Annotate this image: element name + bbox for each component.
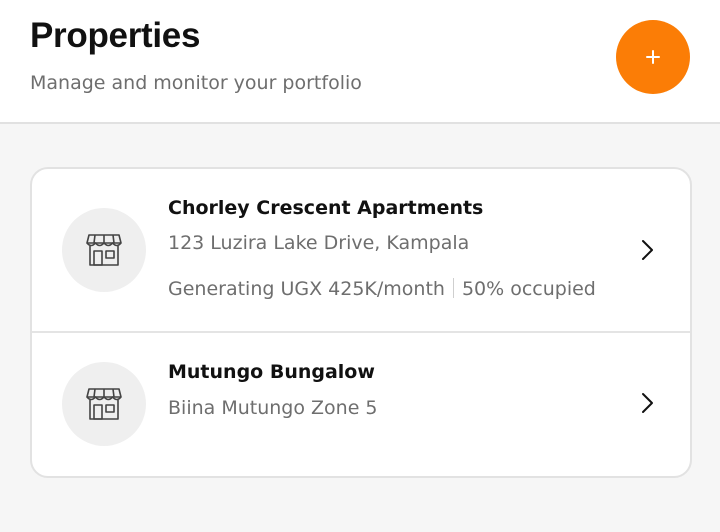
stats-divider <box>452 278 454 298</box>
property-address: Biina Mutungo Zone 5 <box>168 397 378 419</box>
page-subtitle: Manage and monitor your portfolio <box>30 72 362 94</box>
plus-icon <box>646 50 660 64</box>
storefront-icon <box>86 234 122 266</box>
property-row-mutungo[interactable]: Mutungo Bungalow Biina Mutungo Zone 5 <box>32 333 690 476</box>
property-avatar <box>62 362 146 446</box>
property-avatar <box>62 208 146 292</box>
add-property-button[interactable] <box>616 20 690 94</box>
property-name: Chorley Crescent Apartments <box>168 197 484 219</box>
chevron-right-icon <box>642 393 653 413</box>
storefront-icon <box>86 388 122 420</box>
property-name: Mutungo Bungalow <box>168 361 375 383</box>
property-income: Generating UGX 425K/month <box>168 278 445 300</box>
property-row-chorley[interactable]: Chorley Crescent Apartments 123 Luzira L… <box>32 169 690 333</box>
property-occupancy: 50% occupied <box>461 278 596 300</box>
chevron-right-icon <box>642 240 653 260</box>
property-address: 123 Luzira Lake Drive, Kampala <box>168 232 470 254</box>
page-title: Properties <box>30 16 201 55</box>
properties-list: Chorley Crescent Apartments 123 Luzira L… <box>30 167 692 478</box>
page-header: Properties Manage and monitor your portf… <box>0 0 720 124</box>
property-stats: Generating UGX 425K/month 50% occupied <box>168 278 596 300</box>
